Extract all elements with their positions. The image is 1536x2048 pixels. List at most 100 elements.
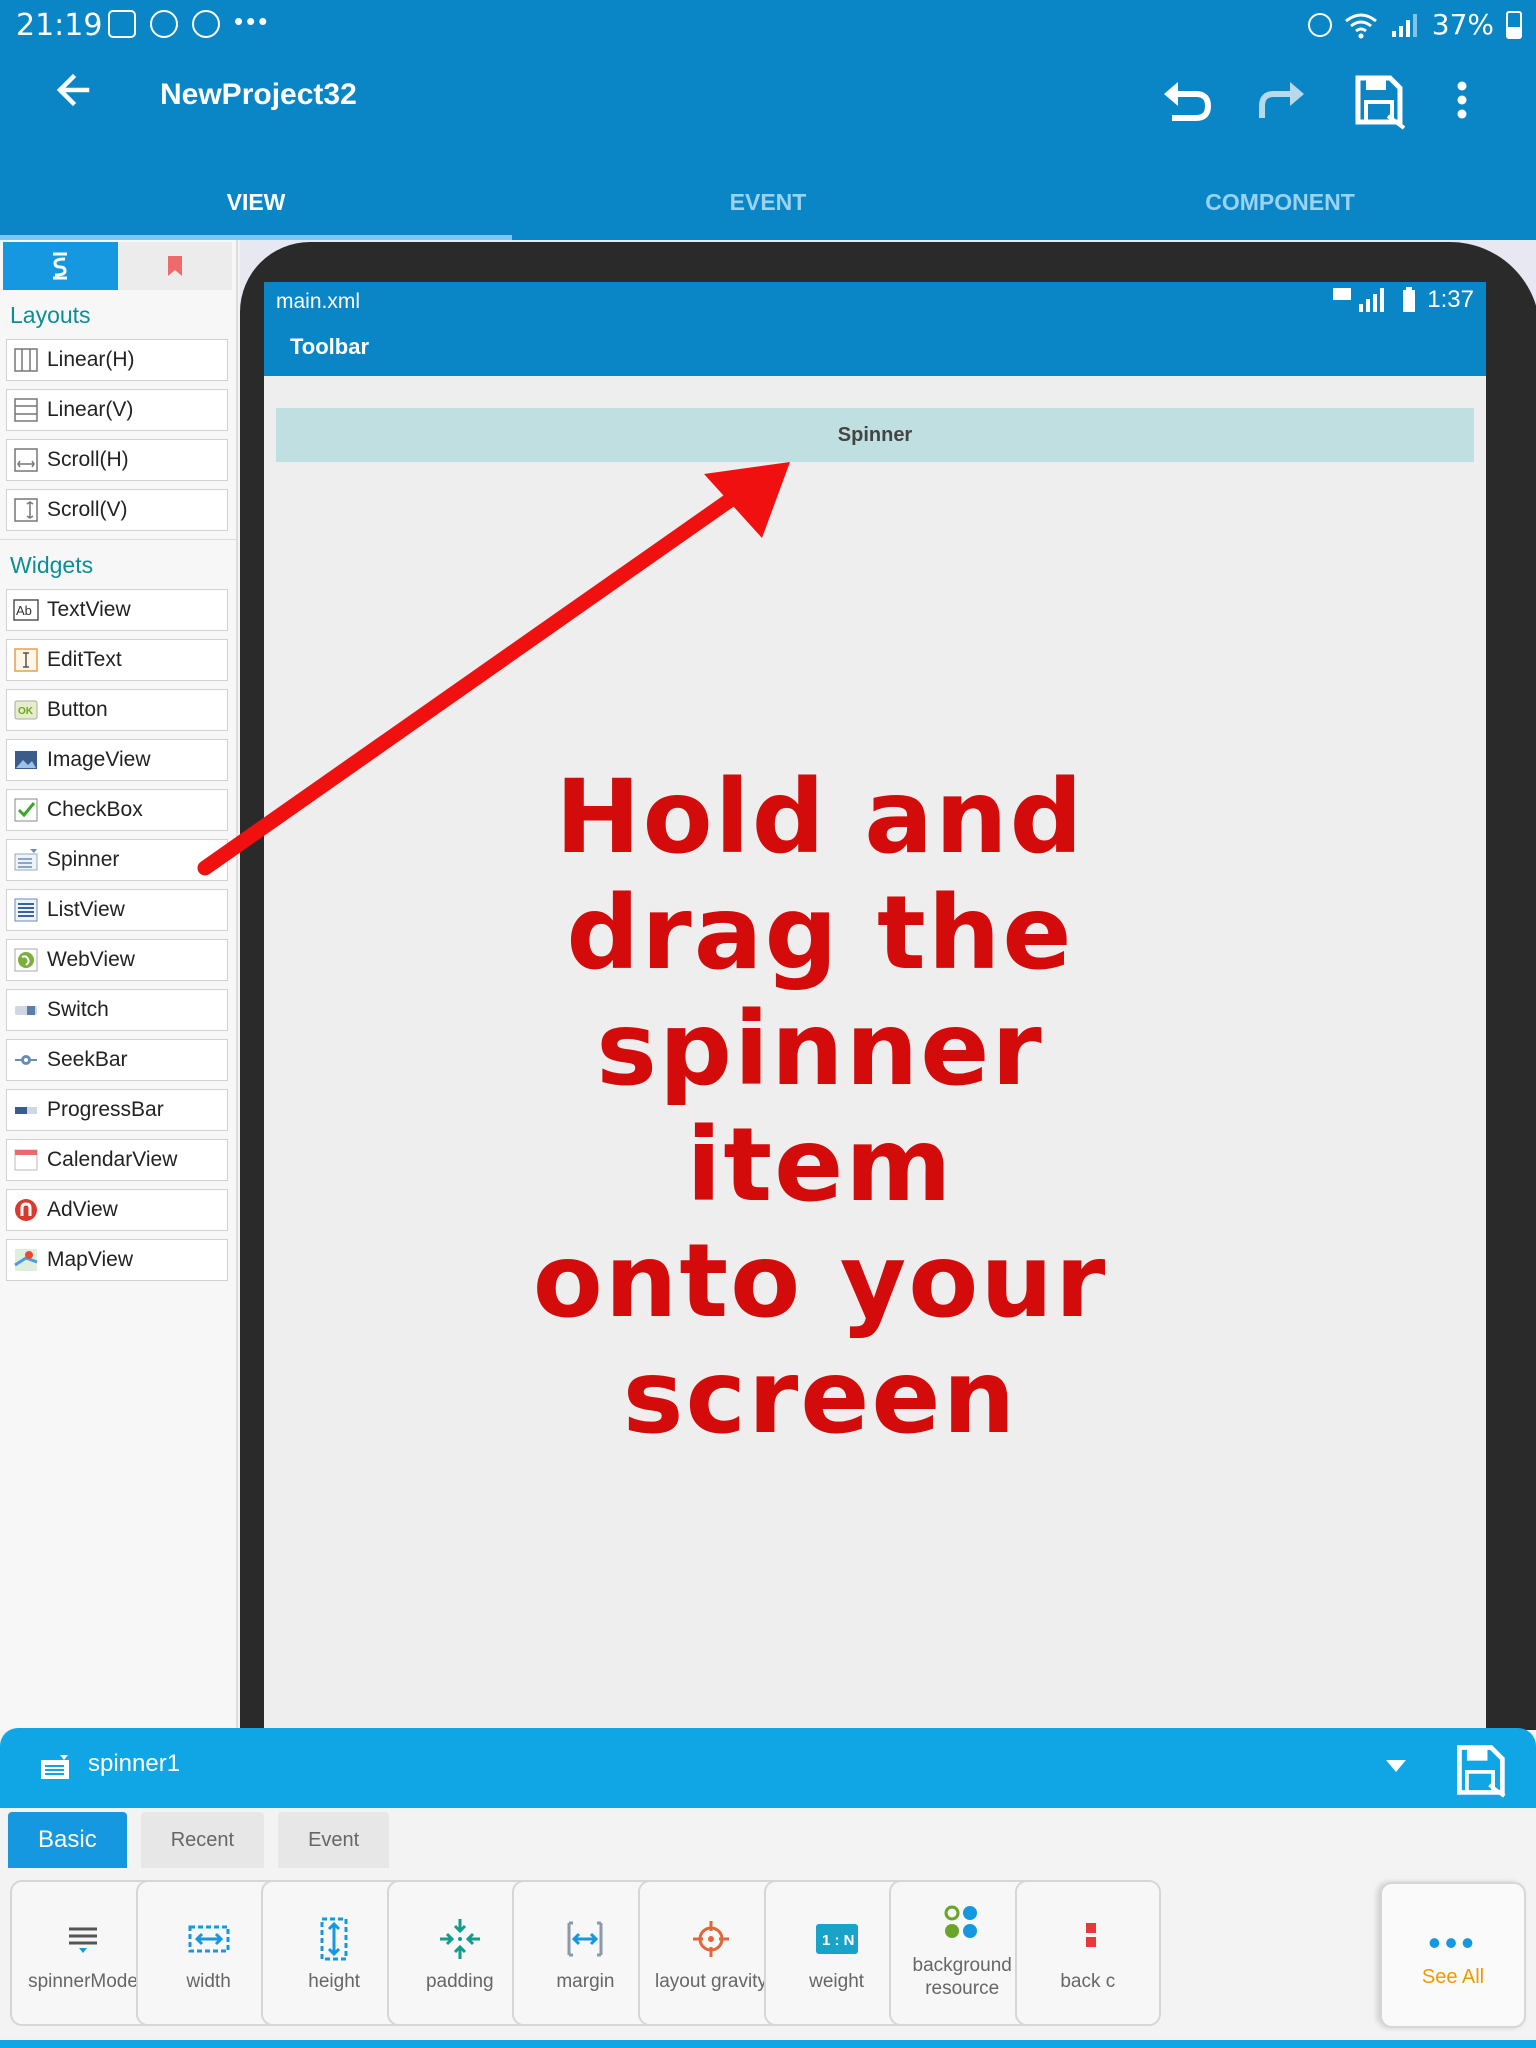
preview-status-icons: 1:37 [1331, 286, 1474, 314]
tab-event[interactable]: EVENT [512, 164, 1024, 240]
svg-text:1 : N: 1 : N [822, 1932, 855, 1949]
palette-item-checkbox[interactable]: CheckBox [6, 789, 228, 831]
palette-tab-bookmarks[interactable] [117, 242, 232, 290]
property-height[interactable]: height [261, 1880, 408, 2026]
preview-signal-icon [1333, 288, 1385, 312]
edittext-icon [13, 647, 39, 673]
palette-item-label: Linear(V) [47, 398, 134, 421]
property-label: weight [809, 1971, 865, 1992]
redo-button[interactable] [1252, 70, 1312, 130]
back-button[interactable] [48, 70, 98, 120]
padding-icon [437, 1916, 483, 1962]
wifi-icon [1344, 13, 1377, 38]
status-right: 37% [1307, 8, 1522, 41]
palette-item-mapview[interactable]: MapView [6, 1239, 228, 1281]
webview-icon [13, 947, 39, 973]
palette-item-imageview[interactable]: ImageView [6, 739, 228, 781]
palette-item-label: Switch [47, 998, 109, 1021]
preview-spinner-widget[interactable]: Spinner [276, 408, 1474, 462]
undo-button[interactable] [1156, 70, 1216, 130]
palette-item-adview[interactable]: AdView [6, 1189, 228, 1231]
palette-item-textview[interactable]: Ab TextView [6, 589, 228, 631]
property-weight[interactable]: 1 : N weight [763, 1880, 910, 2026]
property-layout-gravity[interactable]: layout gravity [638, 1880, 784, 2026]
widget-select-dropdown[interactable] [1386, 1760, 1406, 1772]
palette-item-button[interactable]: OK Button [6, 689, 228, 731]
palette-item-label: Scroll(H) [47, 448, 129, 471]
palette-item-listview[interactable]: ListView [6, 889, 228, 931]
preview-time: 1:37 [1427, 286, 1474, 313]
preview-file-name: main.xml [276, 290, 361, 313]
save-properties-icon[interactable] [1452, 1742, 1508, 1798]
mapview-icon [13, 1247, 39, 1273]
property-label: padding [425, 1971, 494, 1992]
property-label: back c [1060, 1971, 1116, 1992]
selected-widget-id: spinner1 [88, 1750, 181, 1777]
adview-icon [13, 1197, 39, 1223]
property-back-c[interactable]: back c [1014, 1880, 1161, 2026]
property-label: layout gravity [655, 1971, 767, 1992]
palette-item-label: SeekBar [47, 1048, 128, 1071]
tab-recent[interactable]: Recent [140, 1812, 265, 1868]
phone-side-button [1526, 1296, 1536, 1402]
palette-item-label: Scroll(V) [47, 498, 128, 521]
seekbar-icon [13, 1047, 39, 1073]
see-all-label: See All [1421, 1966, 1485, 1988]
see-all-button[interactable]: ••• See All [1380, 1882, 1526, 2028]
layout-gravity-icon [688, 1916, 734, 1962]
bookmark-icon [167, 256, 182, 276]
redo-icon [1259, 82, 1304, 118]
tab-event-props[interactable]: Event [278, 1812, 390, 1868]
instruction-line: onto your [532, 1222, 1108, 1341]
weight-icon: 1 : N [814, 1916, 860, 1962]
preview-status-bar: main.xml 1:37 [264, 282, 1486, 320]
property-label: height [308, 1971, 361, 1992]
palette-item-label: Button [47, 698, 108, 721]
save-button[interactable] [1348, 70, 1408, 130]
palette-item-webview[interactable]: WebView [6, 939, 228, 981]
main-tabs: VIEW EVENT COMPONENT [0, 164, 1536, 240]
palette-item-label: Linear(H) [47, 348, 135, 371]
property-padding[interactable]: padding [386, 1880, 533, 2026]
instruction-line: screen [622, 1338, 1018, 1457]
property-label: width [186, 1971, 231, 1992]
progressbar-icon [13, 1097, 39, 1123]
properties-header: spinner1 [0, 1728, 1536, 1808]
palette-item-scroll-h[interactable]: Scroll(H) [6, 439, 228, 481]
property-margin[interactable]: margin [512, 1880, 659, 2026]
undo-icon [1164, 82, 1212, 121]
overflow-menu-button[interactable] [1442, 70, 1482, 130]
tab-basic[interactable]: Basic [8, 1812, 127, 1868]
palette-item-label: ImageView [47, 748, 151, 771]
listview-icon [13, 897, 39, 923]
palette-item-label: MapView [47, 1248, 133, 1271]
palette-item-label: TextView [47, 598, 131, 621]
tab-view[interactable]: VIEW [0, 164, 512, 240]
palette-item-progressbar[interactable]: ProgressBar [6, 1089, 228, 1131]
palette-item-linear-v[interactable]: Linear(V) [6, 389, 228, 431]
property-background-resource[interactable]: background resource [889, 1880, 1036, 2026]
palette-item-scroll-v[interactable]: Scroll(V) [6, 489, 228, 531]
property-spinnermode[interactable]: spinnerMode [10, 1880, 156, 2026]
palette-item-seekbar[interactable]: SeekBar [6, 1039, 228, 1081]
spinner-widget-icon [41, 1755, 69, 1779]
palette-item-spinner[interactable]: Spinner [6, 839, 228, 881]
widgets-list: Ab TextView EditText OK Button ImageView Check… [0, 589, 236, 1281]
property-width[interactable]: width [135, 1880, 282, 2026]
instruction-line: spinner [596, 990, 1044, 1109]
more-vert-icon [1457, 81, 1467, 119]
palette-item-linear-h[interactable]: Linear(H) [6, 339, 228, 381]
calendarview-icon [13, 1147, 39, 1173]
palette-tab-widgets[interactable] [3, 242, 118, 290]
palette-item-edittext[interactable]: EditText [6, 639, 228, 681]
palette-item-switch[interactable]: Switch [6, 989, 228, 1031]
more-horiz-icon: ••• [1428, 1922, 1478, 1963]
height-icon [311, 1916, 357, 1962]
instruction-line: drag the [566, 874, 1074, 993]
instruction-line: Hold and [555, 758, 1085, 877]
properties-panel: Basic Recent Event spinnerMode width heigh… [0, 1808, 1536, 2048]
palette-item-label: CheckBox [47, 798, 143, 821]
palette-item-calendarview[interactable]: CalendarView [6, 1139, 228, 1181]
battery-percent: 37% [1431, 8, 1494, 41]
tab-component[interactable]: COMPONENT [1024, 164, 1536, 240]
